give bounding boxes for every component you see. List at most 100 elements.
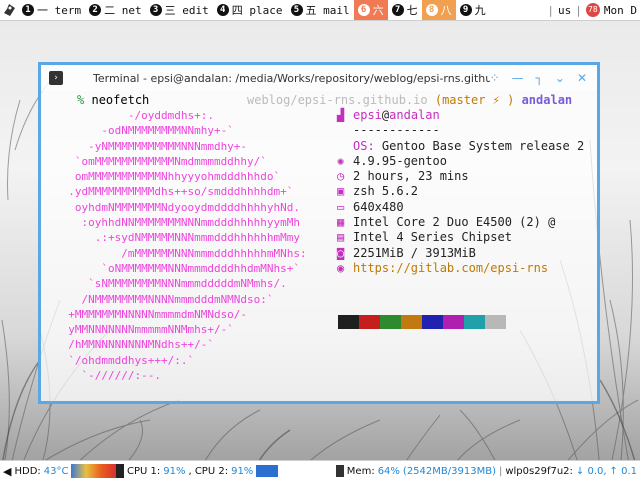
info-value: Intel 4 Series Chipset (353, 230, 512, 245)
maximize-icon[interactable]: ┐ (536, 71, 543, 85)
info-icon (337, 139, 353, 154)
ascii-line: `/ohdmmddhys+++/:.` (55, 353, 195, 367)
info-value: 4.9.95-gentoo (353, 153, 447, 168)
workspace-6[interactable]: 6六 (353, 0, 388, 20)
cpu2-value: 91% (231, 465, 254, 477)
info-value: ------------ (353, 123, 440, 138)
rprompt-path: weblog/epsi-rns.github.io (247, 93, 428, 107)
ascii-line: -odNMMMMMMMMNNmhy+-` (55, 124, 234, 138)
repo-link[interactable]: https://gitlab.com/epsi-rns (353, 261, 548, 276)
clock[interactable]: Mon D (604, 4, 637, 17)
workspace-number: 8 (425, 4, 438, 16)
color-swatch (485, 315, 506, 329)
info-row: ◙ 2251MiB / 3913MiB (337, 246, 584, 261)
workspace-8[interactable]: 8八 (421, 0, 456, 20)
shell-prompt: % neofetch (77, 93, 149, 108)
color-swatch (401, 315, 422, 329)
prompt-symbol: % (77, 93, 85, 107)
shade-icon[interactable]: ⌄ (555, 71, 565, 85)
at-sign: @ (381, 108, 390, 122)
info-row: ▤ Intel 4 Series Chipset (337, 230, 584, 245)
info-row: ▟ epsi @ andalan (337, 108, 584, 123)
terminal-content[interactable]: % neofetch weblog/epsi-rns.github.io (ma… (41, 91, 597, 401)
ascii-line: `-//////:--. (55, 369, 161, 383)
ascii-line: omMMMMMMMMMMMNhhyyyohmdddhhhdo` (55, 170, 281, 184)
info-key: OS: (353, 138, 375, 153)
rprompt-host: andalan (521, 93, 573, 107)
hdd-icon: ◀ (3, 464, 12, 478)
workspace-3[interactable]: 3三 edit (146, 0, 213, 20)
workspace-1[interactable]: 1一 term (18, 0, 85, 20)
cpu1-label: CPU 1: (126, 465, 161, 477)
ascii-line: `sNMMMMMMMMNNNmmmdddddmNMmhs/. (55, 277, 287, 291)
info-value: zsh 5.6.2 (353, 184, 419, 199)
gentoo-logo-icon[interactable] (0, 0, 18, 20)
separator: | (547, 3, 554, 17)
cpu2-label: , CPU 2: (188, 465, 229, 477)
info-icon: ▭ (337, 199, 345, 214)
net-down: ↓ 0.0, (575, 465, 607, 477)
color-swatch (464, 315, 485, 329)
info-row: ▣ zsh 5.6.2 (337, 184, 584, 199)
workspace-label: 一 term (37, 4, 82, 17)
workspace-7[interactable]: 7七 (388, 0, 422, 20)
color-swatch (422, 315, 443, 329)
info-icon: ▦ (337, 215, 345, 230)
cpu-status[interactable]: CPU 1: 91%, CPU 2: 91% (124, 466, 256, 477)
workspace-number: 6 (357, 4, 370, 16)
info-icon: ▤ (337, 230, 345, 245)
ascii-line: -yNMMMMMMMMMMMNNNmmdhy+- (55, 139, 248, 153)
info-value: 640x480 (353, 199, 404, 214)
workspace-label: 九 (474, 4, 486, 17)
window-title: Terminal - epsi@andalan: /media/Works/re… (93, 71, 490, 85)
ascii-line: .ydMMMMMMMMMMdhs++so/smdddhhhhdm+` (55, 185, 294, 199)
info-icon: ✺ (337, 153, 345, 168)
color-swatch (359, 315, 380, 329)
minimize-icon[interactable]: — (512, 71, 524, 85)
hdd-status[interactable]: ◀ HDD: 43°C (0, 465, 71, 478)
cpu1-value: 91% (163, 465, 186, 477)
user-name: epsi (353, 108, 382, 122)
close-icon[interactable]: ✕ (577, 71, 587, 85)
separator: | (575, 3, 582, 17)
info-icon: ◉ (337, 260, 345, 275)
host-name: andalan (389, 108, 440, 122)
hdd-graph (71, 464, 117, 478)
info-row: ▭ 640x480 (337, 200, 584, 215)
workspace-number: 1 (22, 4, 34, 16)
workspace-label: 六 (372, 4, 384, 17)
terminal-window[interactable]: › Terminal - epsi@andalan: /media/Works/… (38, 62, 600, 404)
workspace-label: 三 edit (164, 4, 209, 17)
system-info: ▟ epsi @ andalan ------------ OS: Gentoo Base… (337, 108, 584, 276)
info-row: ▦ Intel Core 2 Duo E4500 (2) @ (337, 215, 584, 230)
workspace-label: 七 (406, 4, 418, 17)
info-value: Intel Core 2 Duo E4500 (2) @ (353, 215, 556, 230)
workspace-label: 五 mail (305, 4, 350, 17)
keyboard-layout[interactable]: us (558, 4, 571, 17)
rprompt-branch: (master ⚡ ) (434, 93, 515, 107)
workspace-5[interactable]: 5五 mail (287, 0, 354, 20)
ascii-line: `oNMMMMMMMNNNmmmddddhhdmMNhs+` (55, 261, 301, 275)
info-row: ◷ 2 hours, 23 mins (337, 169, 584, 184)
sticky-icon[interactable]: ⁘ (490, 71, 500, 85)
workspace-4[interactable]: 4四 place (213, 0, 287, 20)
hdd-temp: 43°C (43, 465, 69, 477)
ascii-line: oyhdmNMMMMMMMNdyooydmddddhhhhyhNd. (55, 200, 301, 214)
workspace-2[interactable]: 2二 net (85, 0, 146, 20)
window-titlebar[interactable]: › Terminal - epsi@andalan: /media/Works/… (41, 65, 597, 91)
memory-status[interactable]: Mem: 64% (2542MB/3913MB) (344, 466, 499, 477)
workspace-number: 5 (290, 4, 303, 16)
ascii-line: `omMMMMMMMMMMMMNmdmmmmddhhy/` (55, 154, 267, 168)
workspace-label: 四 place (231, 4, 283, 17)
info-icon: ◙ (337, 245, 345, 260)
net-up: ↑ 0.1 (609, 465, 638, 477)
workspace-number: 3 (149, 4, 162, 16)
color-swatch (338, 315, 359, 329)
network-status[interactable]: wlp0s29f7u2: ↓ 0.0, ↑ 0.1 (502, 466, 640, 477)
cpu-graph (256, 465, 278, 477)
terminal-app-icon[interactable]: › (49, 71, 63, 85)
right-prompt: weblog/epsi-rns.github.io (master ⚡ ) an… (247, 93, 572, 108)
workspace-9[interactable]: 9九 (456, 0, 490, 20)
mem-detail: (2542MB/3913MB) (402, 465, 496, 477)
notification-badge[interactable]: 78 (585, 3, 600, 17)
